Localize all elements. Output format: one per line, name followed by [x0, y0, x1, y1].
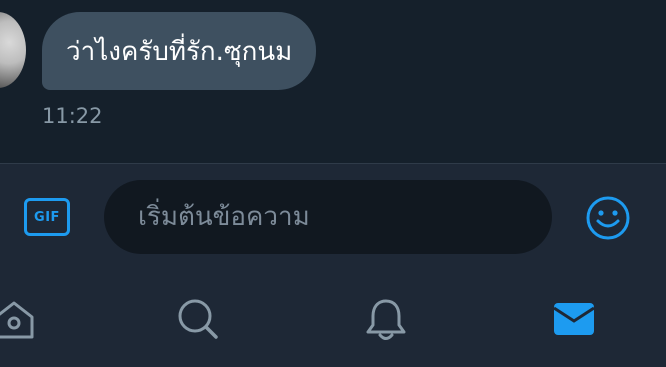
- dm-conversation-screen: ว่าไงครับที่รัก.ซุกนม 11:22 GIF: [0, 0, 666, 367]
- message-text: ว่าไงครับที่รัก.ซุกนม: [66, 36, 293, 67]
- smiley-face-icon: [586, 196, 630, 240]
- envelope-icon: [553, 303, 595, 335]
- sender-avatar[interactable]: [0, 12, 26, 88]
- nav-home[interactable]: [0, 295, 38, 343]
- message-timestamp: 11:22: [42, 104, 103, 128]
- message-bubble[interactable]: ว่าไงครับที่รัก.ซุกนม: [42, 12, 317, 90]
- nav-search[interactable]: [174, 295, 222, 343]
- message-list[interactable]: ว่าไงครับที่รัก.ซุกนม 11:22: [0, 0, 666, 163]
- emoji-button[interactable]: [584, 194, 632, 242]
- message-input[interactable]: [104, 180, 552, 254]
- gif-button[interactable]: GIF: [24, 198, 70, 236]
- bell-icon: [366, 299, 406, 340]
- home-icon: [0, 301, 34, 339]
- message-composer: GIF: [0, 163, 666, 265]
- nav-messages[interactable]: [550, 295, 598, 343]
- gif-label: GIF: [34, 209, 60, 225]
- search-icon: [178, 299, 218, 339]
- bottom-nav: [0, 265, 666, 367]
- nav-notifications[interactable]: [362, 295, 410, 343]
